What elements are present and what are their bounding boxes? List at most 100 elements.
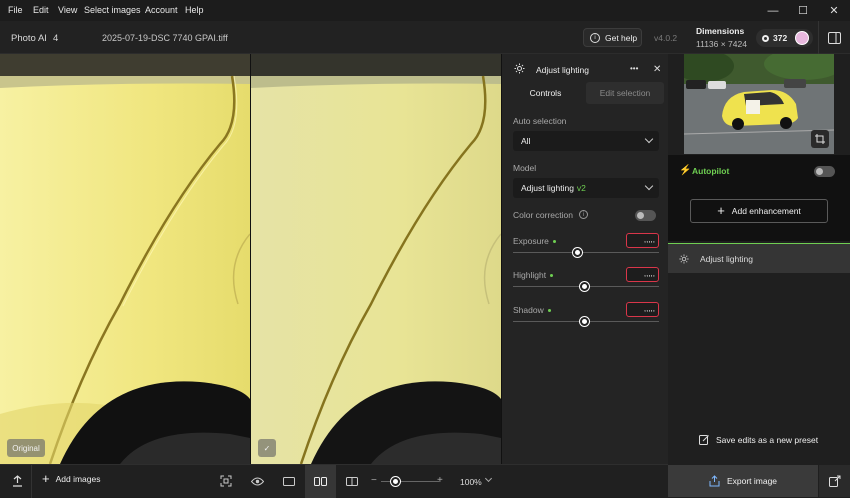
save-preset-button[interactable]: Save edits as a new preset: [699, 434, 818, 445]
sidebar-panel-icon: [828, 31, 841, 44]
zoom-level[interactable]: 100%: [460, 477, 482, 487]
close-panel-icon[interactable]: ✕: [653, 64, 661, 75]
highlight-slider-group: Highlight ,,,,,: [502, 265, 669, 295]
model-dropdown[interactable]: Adjust lighting v2: [513, 178, 659, 198]
menu-help[interactable]: Help: [185, 5, 204, 15]
sun-icon: [679, 254, 689, 264]
export-settings-button[interactable]: [819, 465, 850, 497]
shadow-value-input[interactable]: ,,,,,: [626, 302, 659, 317]
credits-count: 372: [773, 33, 788, 43]
model-label: Model: [513, 163, 537, 173]
export-settings-icon: [828, 475, 840, 487]
zoom-out-icon[interactable]: −: [371, 475, 377, 486]
credits-badge[interactable]: 372: [756, 29, 813, 47]
version-label: v4.0.2: [654, 33, 678, 43]
menu-file[interactable]: File: [8, 5, 23, 15]
tab-edit-selection[interactable]: Edit selection: [586, 82, 664, 104]
close-window-button[interactable]: ✕: [819, 0, 849, 21]
exposure-slider-knob[interactable]: [572, 248, 582, 257]
enhancement-item-adjust-lighting[interactable]: Adjust lighting: [668, 243, 850, 273]
zoom-slider[interactable]: [381, 477, 439, 486]
save-preset-label: Save edits as a new preset: [716, 434, 819, 445]
processed-image-view[interactable]: ✓: [251, 54, 501, 464]
shadow-slider-group: Shadow ,,,,,: [502, 300, 669, 330]
plus-icon: +: [42, 471, 50, 486]
exposure-slider-track[interactable]: [513, 252, 659, 253]
app-name: Photo AI: [11, 33, 47, 44]
autopilot-label: Autopilot: [692, 166, 730, 176]
menu-account[interactable]: Account: [145, 5, 178, 15]
minimize-button[interactable]: —: [758, 0, 788, 21]
original-car-photo: [0, 54, 250, 464]
dimensions-value: 11136 × 7424: [696, 39, 747, 49]
panel-title: Adjust lighting: [536, 65, 589, 75]
image-thumbnail[interactable]: [684, 54, 834, 154]
auto-selection-label: Auto selection: [513, 116, 567, 126]
zoom-in-icon[interactable]: +: [437, 475, 443, 486]
slider-label: Exposure: [513, 236, 556, 246]
adjust-lighting-sun-icon: [514, 63, 525, 74]
preview-eye-icon[interactable]: [249, 473, 265, 489]
bottom-toolbar: + Add images − + 100%: [0, 464, 668, 498]
toggle-sidebar-button[interactable]: [818, 21, 850, 54]
right-sidebar: ⚡ Autopilot + Add enhancement Adjust lig…: [668, 54, 850, 497]
export-icon: [709, 475, 720, 487]
credits-icon: [762, 34, 769, 42]
export-image-label: Export image: [726, 476, 778, 486]
toolbar-divider: [31, 465, 32, 498]
menu-edit[interactable]: Edit: [33, 5, 49, 15]
enhancement-item-label: Adjust lighting: [700, 253, 753, 264]
title-bar: Photo AI 4 2025-07-19-DSC 7740 GPAI.tiff…: [0, 21, 850, 54]
zoom-chevron-down-icon[interactable]: [484, 474, 493, 483]
slider-label: Highlight: [513, 270, 554, 280]
get-help-label: Get help: [605, 32, 638, 43]
color-correction-toggle[interactable]: [635, 210, 656, 221]
chevron-down-icon: [644, 181, 654, 191]
auto-selection-dropdown[interactable]: All: [513, 131, 659, 151]
color-correction-info-icon[interactable]: i: [579, 210, 588, 219]
exposure-slider-group: Exposure ,,,,,: [502, 231, 669, 261]
menu-bar: File Edit View Select images Account Hel…: [0, 0, 850, 21]
menu-select-images[interactable]: Select images: [84, 5, 141, 15]
exposure-value-input[interactable]: ,,,,,: [626, 233, 659, 248]
app-version-major: 4: [53, 33, 59, 44]
autopilot-toggle[interactable]: [814, 166, 835, 177]
more-options-icon[interactable]: •••: [630, 64, 638, 73]
tab-controls[interactable]: Controls: [507, 82, 584, 104]
side-by-side-icon: [314, 477, 327, 486]
model-value: Adjust lighting: [521, 183, 574, 193]
export-upload-icon[interactable]: [9, 473, 25, 489]
plus-icon: +: [717, 203, 725, 218]
highlight-slider-knob[interactable]: [580, 282, 589, 291]
processed-tag: ✓: [258, 439, 276, 457]
original-tag: Original: [7, 439, 45, 457]
side-by-side-view-button[interactable]: [305, 465, 336, 498]
export-image-button[interactable]: Export image: [668, 465, 818, 497]
chevron-down-icon: [644, 134, 654, 144]
avatar[interactable]: [795, 31, 809, 45]
crop-focus-icon[interactable]: [218, 473, 234, 489]
add-images-label: Add images: [55, 474, 101, 484]
add-enhancement-button[interactable]: + Add enhancement: [690, 199, 828, 223]
original-image-view[interactable]: Original: [0, 54, 250, 464]
lightning-icon: ⚡: [679, 165, 692, 176]
shadow-slider-knob[interactable]: [580, 317, 589, 326]
edit-preset-icon: [699, 435, 709, 445]
menu-view[interactable]: View: [58, 5, 77, 15]
adjust-lighting-panel: Adjust lighting ••• ✕ Controls Edit sele…: [501, 54, 668, 464]
filename: 2025-07-19-DSC 7740 GPAI.tiff: [102, 33, 228, 43]
maximize-button[interactable]: ☐: [788, 0, 818, 21]
crop-icon: [815, 134, 825, 144]
single-view-icon[interactable]: [281, 473, 297, 489]
add-images-button[interactable]: + Add images: [42, 471, 101, 486]
model-version-badge: v2: [576, 183, 586, 193]
get-help-button[interactable]: i Get help: [583, 28, 642, 47]
dimensions-label: Dimensions: [696, 26, 745, 36]
add-enhancement-label: Add enhancement: [731, 206, 801, 216]
split-view-icon[interactable]: [344, 473, 360, 489]
crop-button[interactable]: [811, 130, 829, 148]
auto-selection-value: All: [521, 136, 531, 146]
zoom-slider-knob[interactable]: [390, 477, 400, 486]
info-icon: i: [590, 32, 600, 43]
highlight-value-input[interactable]: ,,,,,: [626, 267, 659, 282]
